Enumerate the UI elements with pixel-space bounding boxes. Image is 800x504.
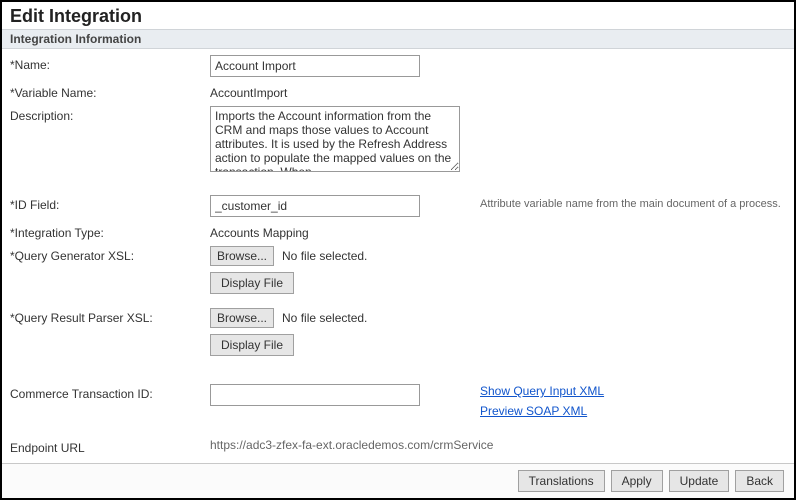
row-id-field: *ID Field: Attribute variable name from … xyxy=(10,195,786,217)
update-button[interactable]: Update xyxy=(669,470,730,492)
apply-button[interactable]: Apply xyxy=(611,470,663,492)
row-description: Description: Imports the Account informa… xyxy=(10,106,786,175)
label-id-field: *ID Field: xyxy=(10,195,210,212)
translations-button[interactable]: Translations xyxy=(518,470,605,492)
show-query-input-xml-link[interactable]: Show Query Input XML xyxy=(480,384,604,398)
hint-id-field: Attribute variable name from the main do… xyxy=(460,195,786,210)
page-title: Edit Integration xyxy=(2,2,794,29)
display-file-query-gen-button[interactable]: Display File xyxy=(210,272,294,294)
label-commerce-tx-id: Commerce Transaction ID: xyxy=(10,384,210,401)
section-integration-info: Integration Information xyxy=(2,29,794,49)
label-query-gen-xsl: *Query Generator XSL: xyxy=(10,246,210,263)
no-file-query-res: No file selected. xyxy=(282,311,367,325)
row-integration-type: *Integration Type: Accounts Mapping xyxy=(10,223,786,240)
label-variable-name: *Variable Name: xyxy=(10,83,210,100)
row-name: *Name: xyxy=(10,55,786,77)
endpoint-url-value: https://adc3-zfex-fa-ext.oracledemos.com… xyxy=(210,438,493,452)
row-query-res-xsl: *Query Result Parser XSL: Browse... No f… xyxy=(10,308,786,364)
browse-query-gen-button[interactable]: Browse... xyxy=(210,246,274,266)
label-endpoint-url: Endpoint URL xyxy=(10,438,210,455)
name-input[interactable] xyxy=(210,55,420,77)
variable-name-value: AccountImport xyxy=(210,83,287,100)
label-name: *Name: xyxy=(10,55,210,72)
form-area: *Name: *Variable Name: AccountImport Des… xyxy=(2,49,794,483)
row-endpoint-url: Endpoint URL https://adc3-zfex-fa-ext.or… xyxy=(10,438,786,455)
integration-type-value: Accounts Mapping xyxy=(210,223,309,240)
edit-integration-window: Edit Integration Integration Information… xyxy=(0,0,796,500)
id-field-input[interactable] xyxy=(210,195,420,217)
description-textarea[interactable]: Imports the Account information from the… xyxy=(210,106,460,172)
commerce-tx-id-input[interactable] xyxy=(210,384,420,406)
back-button[interactable]: Back xyxy=(735,470,784,492)
preview-soap-xml-link[interactable]: Preview SOAP XML xyxy=(480,404,604,418)
label-query-res-xsl: *Query Result Parser XSL: xyxy=(10,308,210,325)
footer-bar: Translations Apply Update Back xyxy=(2,463,794,498)
label-integration-type: *Integration Type: xyxy=(10,223,210,240)
row-commerce-tx-id: Commerce Transaction ID: Show Query Inpu… xyxy=(10,384,786,418)
no-file-query-gen: No file selected. xyxy=(282,249,367,263)
browse-query-res-button[interactable]: Browse... xyxy=(210,308,274,328)
label-description: Description: xyxy=(10,106,210,123)
display-file-query-res-button[interactable]: Display File xyxy=(210,334,294,356)
row-variable-name: *Variable Name: AccountImport xyxy=(10,83,786,100)
row-query-gen-xsl: *Query Generator XSL: Browse... No file … xyxy=(10,246,786,302)
